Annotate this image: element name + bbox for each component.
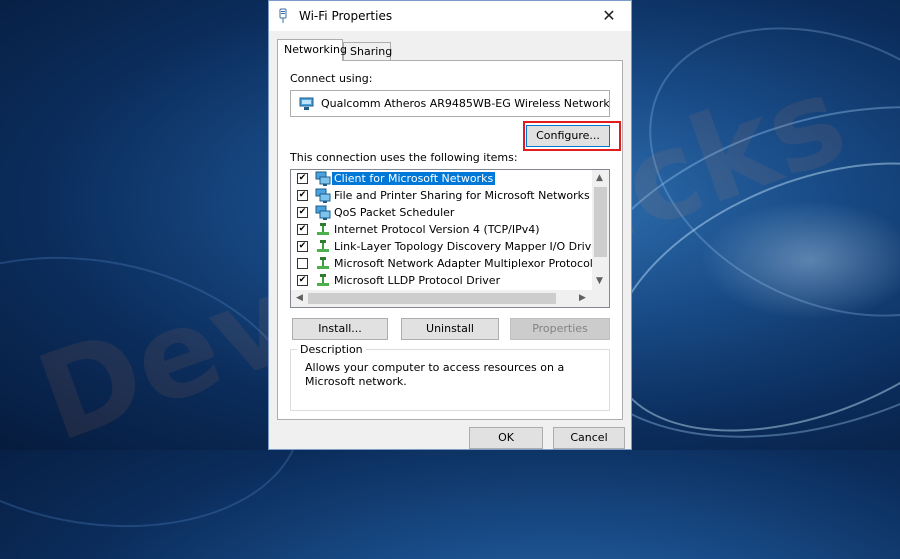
- list-item[interactable]: ✔ Client for Microsoft Networks: [291, 170, 591, 187]
- scroll-down-icon[interactable]: ▼: [596, 276, 603, 286]
- connect-using-label: Connect using:: [290, 72, 373, 85]
- list-item[interactable]: ✔ File and Printer Sharing for Microsoft…: [291, 187, 591, 204]
- scroll-left-icon[interactable]: ◀: [296, 293, 303, 303]
- description-legend: Description: [297, 343, 366, 356]
- item-label: Link-Layer Topology Discovery Mapper I/O…: [334, 240, 603, 253]
- item-checkbox[interactable]: ✔: [297, 275, 308, 286]
- protocol-icon: [317, 257, 329, 269]
- close-button[interactable]: ✕: [587, 1, 631, 31]
- item-label: Microsoft LLDP Protocol Driver: [334, 274, 501, 287]
- adapter-field: Qualcomm Atheros AR9485WB-EG Wireless Ne…: [290, 90, 610, 117]
- install-button[interactable]: Install...: [292, 318, 388, 340]
- title-bar: Wi-Fi Properties ✕: [269, 1, 631, 31]
- item-checkbox[interactable]: [297, 258, 308, 269]
- protocol-icon: [317, 274, 329, 286]
- window-title: Wi-Fi Properties: [299, 9, 393, 23]
- protocol-icon: [317, 223, 329, 235]
- item-label: Client for Microsoft Networks: [332, 172, 496, 185]
- wifi-adapter-icon: [279, 8, 287, 23]
- network-client-icon: [315, 188, 331, 203]
- items-label: This connection uses the following items…: [290, 151, 518, 164]
- list-item[interactable]: Microsoft Network Adapter Multiplexor Pr…: [291, 255, 593, 272]
- item-checkbox[interactable]: ✔: [297, 241, 308, 252]
- uninstall-button[interactable]: Uninstall: [401, 318, 499, 340]
- scroll-up-icon[interactable]: ▲: [596, 173, 603, 183]
- network-client-icon: [315, 171, 331, 186]
- adapter-name: Qualcomm Atheros AR9485WB-EG Wireless Ne…: [321, 97, 610, 110]
- items-list[interactable]: ✔ Client for Microsoft Networks ✔ File a…: [290, 169, 610, 308]
- item-checkbox[interactable]: ✔: [297, 173, 308, 184]
- configure-button[interactable]: Configure...: [526, 125, 610, 147]
- protocol-icon: [317, 240, 329, 252]
- list-item[interactable]: ✔ QoS Packet Scheduler: [291, 204, 591, 221]
- vertical-scroll-thumb[interactable]: [594, 187, 607, 257]
- list-item[interactable]: ✔ Link-Layer Topology Discovery Mapper I…: [291, 238, 603, 255]
- list-item[interactable]: ✔ Internet Protocol Version 4 (TCP/IPv4): [291, 221, 591, 238]
- item-checkbox[interactable]: ✔: [297, 207, 308, 218]
- list-item[interactable]: ✔ Microsoft LLDP Protocol Driver: [291, 272, 591, 289]
- scroll-right-icon[interactable]: ▶: [579, 293, 586, 303]
- close-icon: ✕: [602, 6, 616, 25]
- horizontal-scroll-thumb[interactable]: [308, 293, 556, 304]
- item-label: QoS Packet Scheduler: [334, 206, 455, 219]
- item-label: Microsoft Network Adapter Multiplexor Pr…: [334, 257, 593, 270]
- wifi-properties-dialog: Wi-Fi Properties ✕ Networking Sharing Co…: [268, 0, 632, 450]
- item-checkbox[interactable]: ✔: [297, 190, 308, 201]
- item-label: File and Printer Sharing for Microsoft N…: [334, 189, 590, 202]
- item-checkbox[interactable]: ✔: [297, 224, 308, 235]
- ok-button[interactable]: OK: [469, 427, 543, 449]
- network-adapter-icon: [299, 97, 314, 110]
- network-client-icon: [315, 205, 331, 220]
- description-text: Allows your computer to access resources…: [305, 361, 565, 388]
- description-group: Description Allows your computer to acce…: [290, 343, 610, 411]
- tab-sharing[interactable]: Sharing: [343, 42, 392, 61]
- item-label: Internet Protocol Version 4 (TCP/IPv4): [334, 223, 540, 236]
- horizontal-scrollbar[interactable]: ◀ ▶: [291, 290, 609, 307]
- networking-panel: Connect using: Qualcomm Atheros AR9485WB…: [277, 60, 623, 420]
- tab-networking[interactable]: Networking: [277, 39, 347, 61]
- cancel-button[interactable]: Cancel: [553, 427, 625, 449]
- vertical-scrollbar[interactable]: ▲ ▼: [592, 170, 609, 291]
- properties-button: Properties: [510, 318, 610, 340]
